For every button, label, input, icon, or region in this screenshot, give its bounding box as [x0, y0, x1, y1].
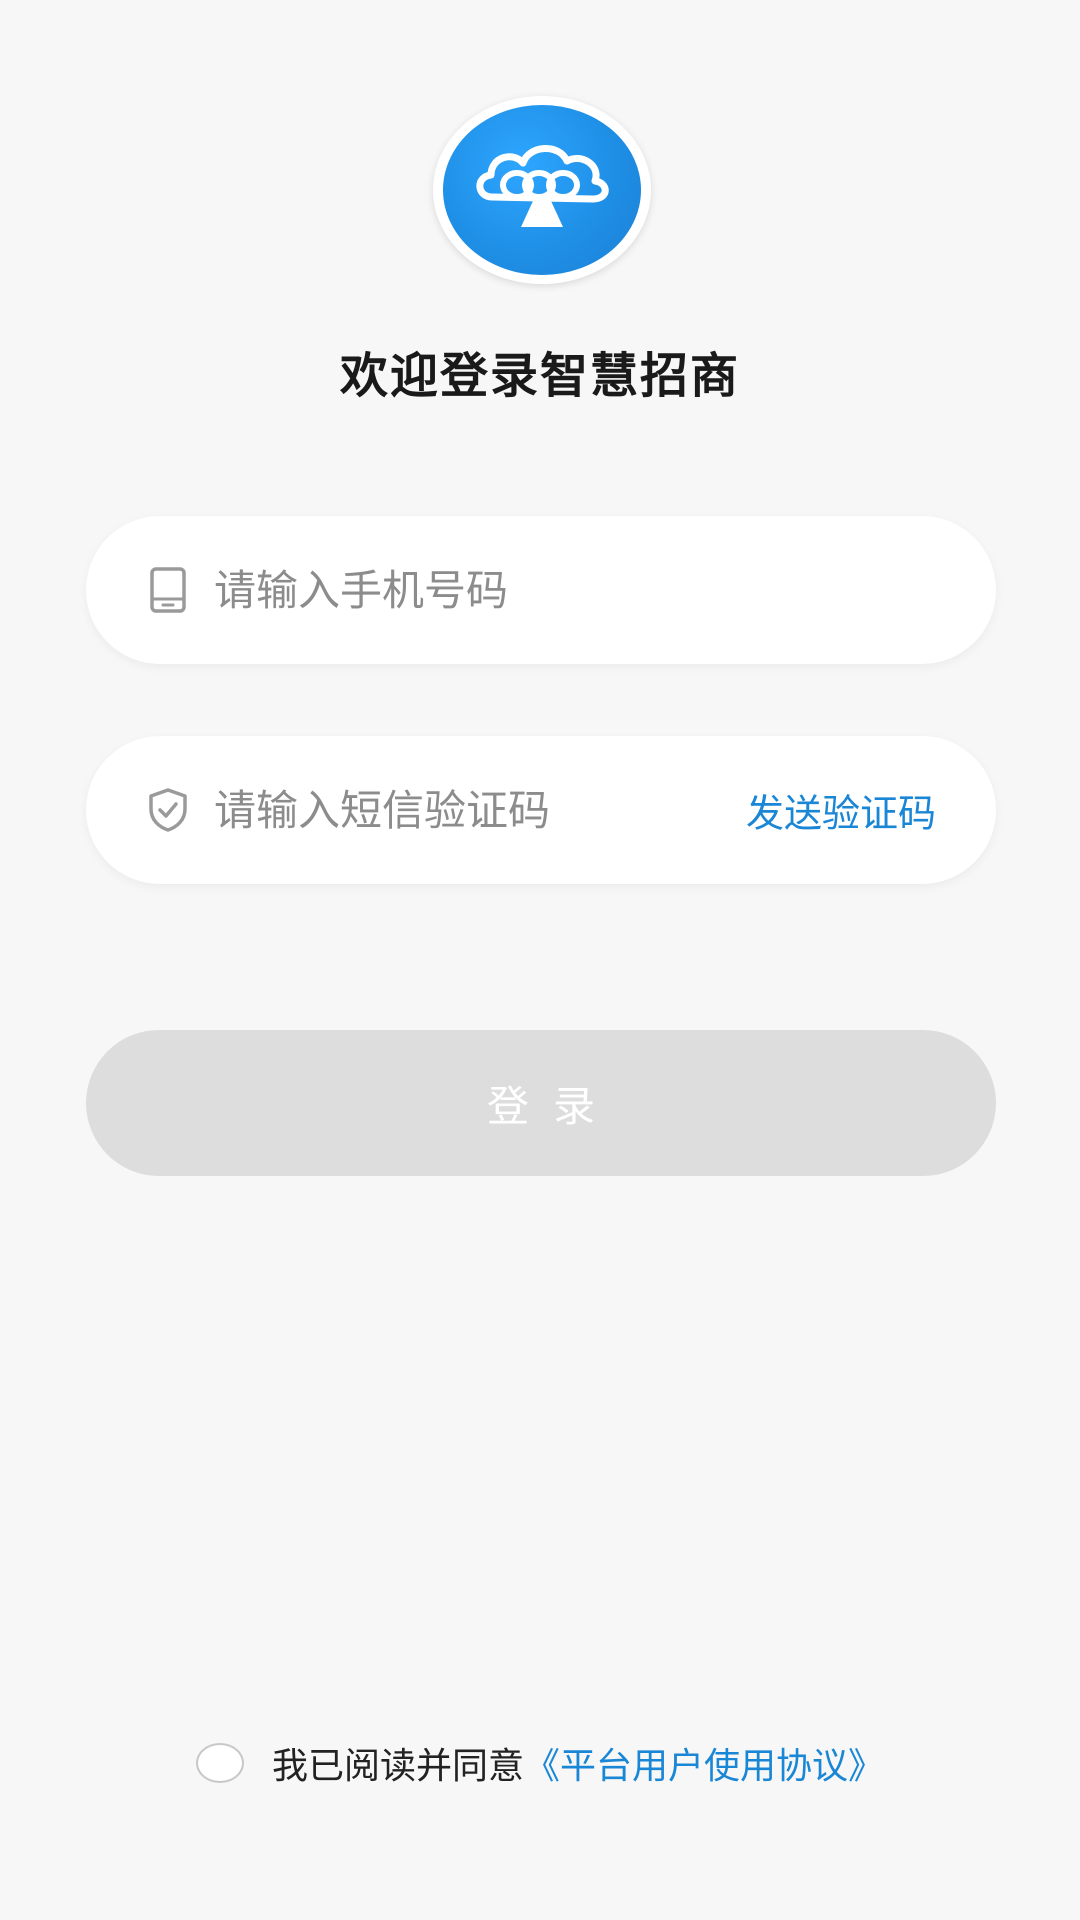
agreement-row: 我已阅读并同意 《平台用户使用协议》: [196, 1736, 884, 1790]
sms-code-input[interactable]: [214, 736, 714, 884]
agreement-text: 我已阅读并同意: [272, 1746, 525, 1787]
cloud-logo-icon: [443, 105, 641, 275]
phone-icon: [144, 566, 192, 614]
agreement-checkbox[interactable]: [196, 1743, 244, 1783]
page-title: 欢迎登录智慧招商: [339, 348, 740, 404]
code-field[interactable]: 发送验证码: [86, 736, 996, 884]
shield-check-icon: [144, 786, 192, 834]
login-button[interactable]: 登录: [86, 1030, 996, 1176]
phone-field[interactable]: [86, 516, 996, 664]
agreement-link[interactable]: 《平台用户使用协议》: [524, 1737, 884, 1789]
phone-input[interactable]: [214, 516, 934, 664]
app-logo: [433, 96, 651, 284]
send-code-button[interactable]: 发送验证码: [746, 783, 936, 838]
